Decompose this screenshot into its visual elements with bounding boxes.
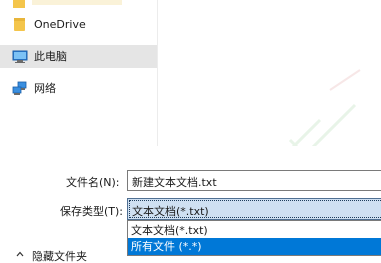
hide-folders-toggle[interactable]: 隐藏文件夹	[12, 247, 122, 263]
filename-field[interactable]: 新建文本文档.txt	[127, 170, 381, 191]
filetype-select[interactable]: 文本文档(*.txt)	[127, 198, 381, 220]
sidebar-item-label: OneDrive	[34, 18, 86, 31]
folder-icon	[13, 0, 25, 8]
folder-icon	[14, 18, 25, 31]
filetype-dropdown-list: 文本文档(*.txt) 所有文件 (*.*)	[127, 220, 381, 256]
filename-value: 新建文本文档.txt	[132, 176, 217, 189]
dropdown-option-txt[interactable]: 文本文档(*.txt)	[128, 222, 381, 239]
filetype-selected-value: 文本文档(*.txt)	[132, 205, 209, 218]
network-icon	[12, 81, 27, 95]
hide-folders-label: 隐藏文件夹	[32, 250, 87, 263]
dropdown-option-all-files[interactable]: 所有文件 (*.*)	[128, 238, 381, 255]
option-label: 文本文档(*.txt)	[131, 224, 208, 237]
clipped-label-fragment	[32, 0, 122, 5]
filename-label: 文件名(N):	[66, 176, 120, 189]
sidebar-item-label: 网络	[34, 82, 56, 95]
sidebar-item-this-pc[interactable]: 此电脑	[0, 45, 158, 68]
chevron-up-icon	[16, 251, 24, 257]
option-label: 所有文件 (*.*)	[131, 240, 202, 253]
computer-icon	[12, 50, 28, 63]
sidebar-item-onedrive[interactable]: OneDrive	[0, 13, 158, 36]
pane-divider	[157, 0, 158, 146]
navigation-pane: OneDrive 此电脑 网络	[0, 0, 158, 146]
filetype-label: 保存类型(T):	[60, 205, 124, 218]
nav-item-clipped[interactable]	[12, 0, 132, 8]
sidebar-item-network[interactable]: 网络	[0, 77, 158, 100]
sidebar-item-label: 此电脑	[34, 50, 67, 63]
